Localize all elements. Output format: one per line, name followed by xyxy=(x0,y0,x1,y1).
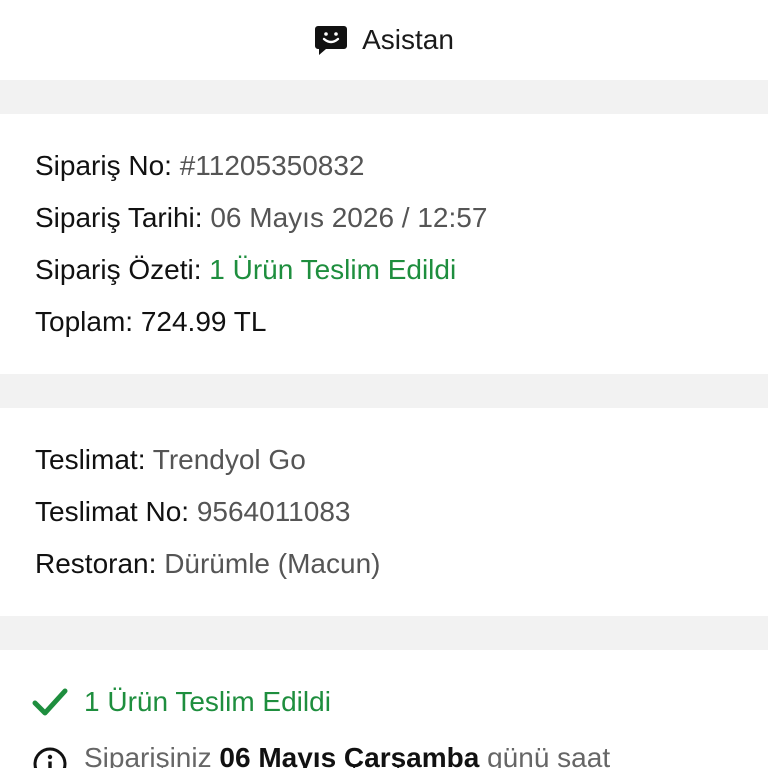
assistant-button[interactable]: Asistan xyxy=(314,23,454,57)
order-total-row: Toplam: 724.99 TL xyxy=(35,304,266,340)
delivered-status-text: 1 Ürün Teslim Edildi xyxy=(84,686,331,717)
delivery-method-row: Teslimat: Trendyol Go xyxy=(35,442,306,478)
delivery-info-text: Siparişiniz 06 Mayıs Çarşamba günü saat xyxy=(84,742,610,768)
assistant-label: Asistan xyxy=(362,24,454,55)
chat-smile-icon xyxy=(315,26,348,55)
delivery-method-label: Teslimat: xyxy=(35,444,146,475)
delivery-info-card: Teslimat: Trendyol Go Teslimat No: 95640… xyxy=(0,408,768,616)
order-summary-value: 1 Ürün Teslim Edildi xyxy=(209,254,457,285)
delivery-method-value: Trendyol Go xyxy=(152,444,306,475)
order-date-row: Sipariş Tarihi: 06 Mayıs 2026 / 12:57 xyxy=(35,200,487,236)
delivery-number-row: Teslimat No: 9564011083 xyxy=(35,494,350,530)
order-summary-label: Sipariş Özeti: xyxy=(35,254,202,285)
delivery-info-note: Siparişiniz 06 Mayıs Çarşamba günü saat xyxy=(32,742,610,768)
info-prefix: Siparişiniz xyxy=(84,742,220,768)
order-date-label: Sipariş Tarihi: xyxy=(35,202,203,233)
check-icon xyxy=(32,688,68,716)
delivered-status: 1 Ürün Teslim Edildi xyxy=(32,684,331,720)
restaurant-label: Restoran: xyxy=(35,548,157,579)
order-info-card: Sipariş No: #11205350832 Sipariş Tarihi:… xyxy=(0,114,768,374)
info-date: 06 Mayıs Çarşamba xyxy=(219,742,480,768)
order-number-label: Sipariş No: xyxy=(35,150,172,181)
delivery-status-card: 1 Ürün Teslim Edildi Siparişiniz 06 Mayı… xyxy=(0,650,768,768)
order-date-value: 06 Mayıs 2026 / 12:57 xyxy=(210,202,488,233)
delivery-number-label: Teslimat No: xyxy=(35,496,190,527)
info-suffix: günü saat xyxy=(479,742,611,768)
restaurant-value: Dürümle (Macun) xyxy=(164,548,381,579)
info-icon xyxy=(33,747,67,768)
delivery-number-value: 9564011083 xyxy=(196,496,351,527)
order-number-row: Sipariş No: #11205350832 xyxy=(35,148,365,184)
order-number-value: #11205350832 xyxy=(179,150,365,181)
top-bar: Asistan xyxy=(0,0,768,80)
order-total-label: Toplam: xyxy=(35,306,134,337)
restaurant-row: Restoran: Dürümle (Macun) xyxy=(35,546,380,582)
order-total-value: 724.99 TL xyxy=(140,306,267,337)
order-summary-row: Sipariş Özeti: 1 Ürün Teslim Edildi xyxy=(35,252,456,288)
